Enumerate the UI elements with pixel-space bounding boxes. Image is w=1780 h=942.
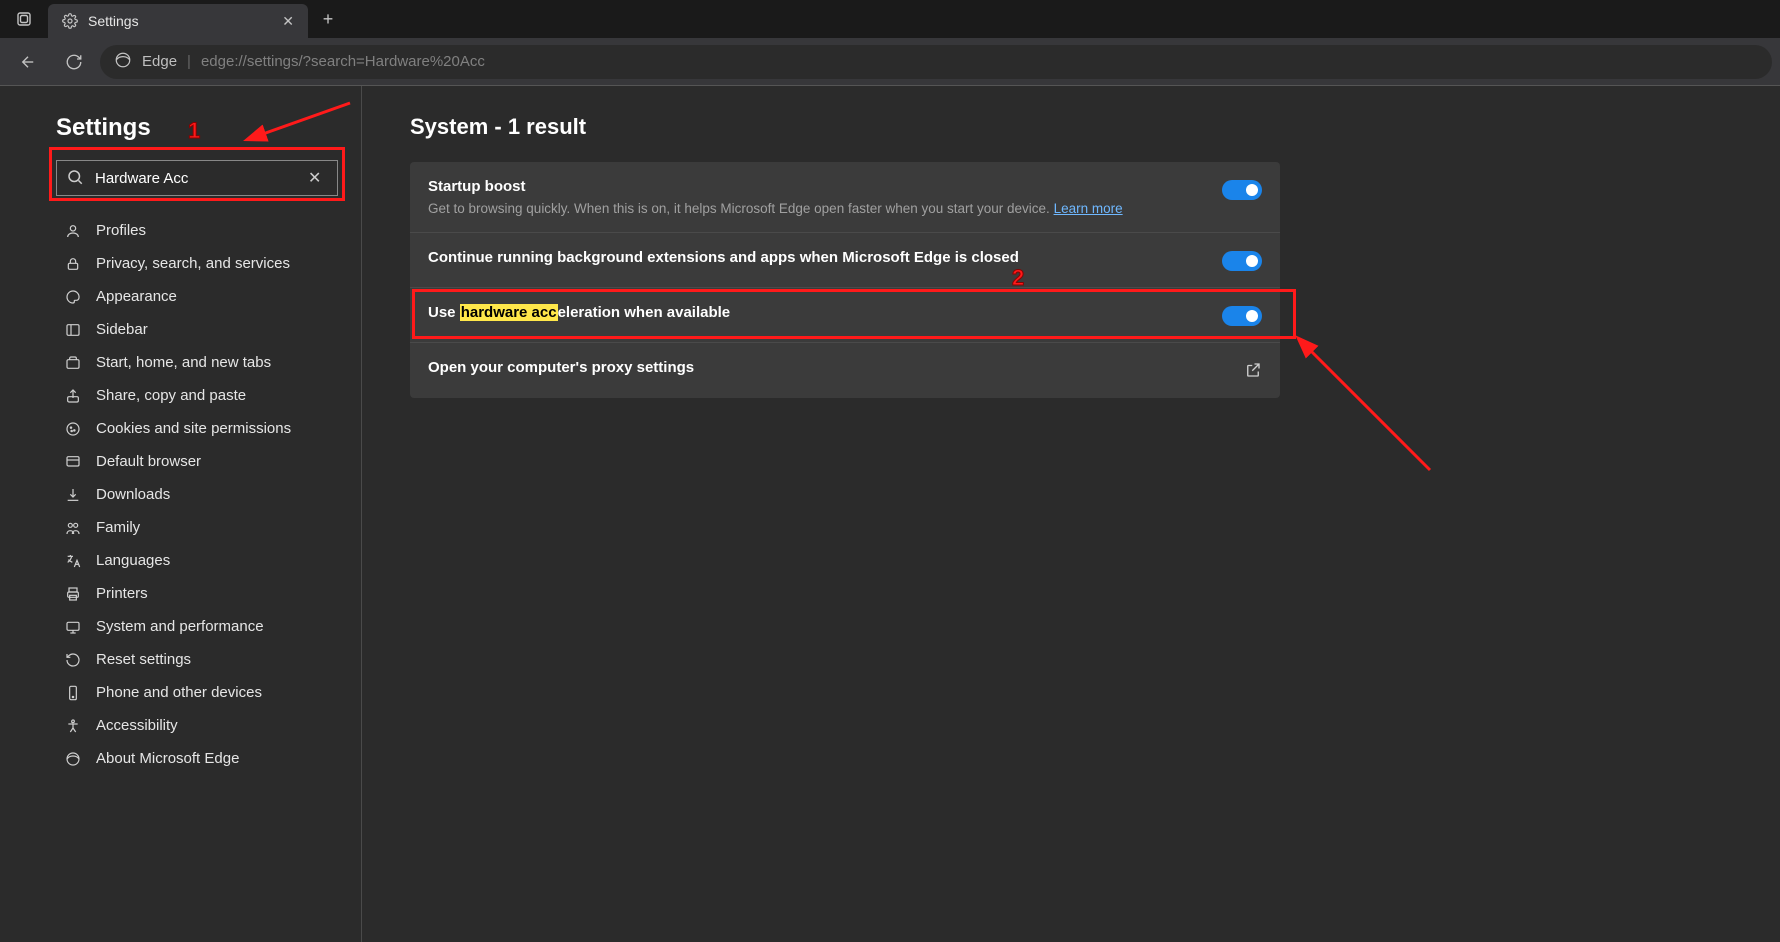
sidebar-item-label: Privacy, search, and services <box>96 255 290 272</box>
settings-search: ✕ <box>56 160 337 196</box>
sidebar-item-reset[interactable]: Reset settings <box>56 643 337 676</box>
sidebar-item-label: Accessibility <box>96 717 178 734</box>
sidebar-item-label: Family <box>96 519 140 536</box>
profile-icon <box>64 223 82 239</box>
sidebar-item-label: Start, home, and new tabs <box>96 354 271 371</box>
search-icon <box>66 168 84 189</box>
printer-icon <box>64 586 82 602</box>
sidebar-item-label: Printers <box>96 585 148 602</box>
sidebar-item-phone[interactable]: Phone and other devices <box>56 676 337 709</box>
new-tab-button[interactable]: + <box>308 0 348 38</box>
addr-browser-name: Edge <box>142 53 177 70</box>
share-icon <box>64 388 82 404</box>
sidebar-item-default[interactable]: Default browser <box>56 445 337 478</box>
phone-icon <box>64 685 82 701</box>
settings-sidebar: Settings ✕ Profiles Privacy, search, and … <box>0 86 362 942</box>
sidebar-item-label: Reset settings <box>96 651 191 668</box>
address-bar[interactable]: Edge | edge://settings/?search=Hardware%… <box>100 45 1772 79</box>
sidebar-item-label: Languages <box>96 552 170 569</box>
tabs-icon <box>64 355 82 371</box>
row-title: Open your computer's proxy settings <box>428 359 1228 376</box>
accessibility-icon <box>64 718 82 734</box>
reset-icon <box>64 652 82 668</box>
row-hardware-acceleration: Use hardware acceleration when available <box>410 287 1280 342</box>
toggle-startup-boost[interactable] <box>1222 180 1262 200</box>
sidebar-item-label: Appearance <box>96 288 177 305</box>
row-subtitle: Get to browsing quickly. When this is on… <box>428 201 1206 216</box>
clear-search-button[interactable]: ✕ <box>308 168 321 188</box>
system-card: Startup boost Get to browsing quickly. W… <box>410 162 1280 398</box>
learn-more-link[interactable]: Learn more <box>1054 201 1123 216</box>
edge-icon <box>64 751 82 767</box>
language-icon <box>64 553 82 569</box>
close-tab-button[interactable]: ✕ <box>282 13 294 30</box>
browser-tab[interactable]: Settings ✕ <box>48 4 308 38</box>
system-icon <box>64 619 82 635</box>
sidebar-item-profile[interactable]: Profiles <box>56 214 337 247</box>
external-link-icon <box>1244 361 1262 382</box>
default-icon <box>64 454 82 470</box>
settings-heading: Settings <box>56 114 337 142</box>
sidebar-item-download[interactable]: Downloads <box>56 478 337 511</box>
gear-icon <box>62 13 78 29</box>
addr-divider: | <box>187 53 191 70</box>
sidebar-item-label: System and performance <box>96 618 264 635</box>
tab-actions-button[interactable] <box>0 0 48 38</box>
sidebar-item-language[interactable]: Languages <box>56 544 337 577</box>
palette-icon <box>64 289 82 305</box>
row-background-apps: Continue running background extensions a… <box>410 232 1280 287</box>
sidebar-item-palette[interactable]: Appearance <box>56 280 337 313</box>
sidebar-item-sidebar[interactable]: Sidebar <box>56 313 337 346</box>
search-highlight: hardware acc <box>460 304 558 321</box>
toolbar: Edge | edge://settings/?search=Hardware%… <box>0 38 1780 86</box>
row-title: Continue running background extensions a… <box>428 249 1206 266</box>
sidebar-icon <box>64 322 82 338</box>
lock-icon <box>64 256 82 272</box>
sidebar-item-label: Share, copy and paste <box>96 387 246 404</box>
download-icon <box>64 487 82 503</box>
search-input[interactable] <box>56 160 338 196</box>
family-icon <box>64 520 82 536</box>
edge-icon <box>114 51 132 73</box>
settings-main: System - 1 result Startup boost Get to b… <box>362 86 1780 942</box>
tab-title: Settings <box>88 13 139 29</box>
addr-url: edge://settings/?search=Hardware%20Acc <box>201 53 485 70</box>
sidebar-item-printer[interactable]: Printers <box>56 577 337 610</box>
sidebar-item-label: Downloads <box>96 486 170 503</box>
row-title: Use hardware acceleration when available <box>428 304 1206 321</box>
cookie-icon <box>64 421 82 437</box>
sidebar-item-label: Phone and other devices <box>96 684 262 701</box>
sidebar-item-accessibility[interactable]: Accessibility <box>56 709 337 742</box>
results-heading: System - 1 result <box>410 114 1732 140</box>
back-button[interactable] <box>8 42 48 82</box>
sidebar-item-label: About Microsoft Edge <box>96 750 239 767</box>
sidebar-item-cookie[interactable]: Cookies and site permissions <box>56 412 337 445</box>
row-startup-boost: Startup boost Get to browsing quickly. W… <box>410 162 1280 232</box>
sidebar-item-family[interactable]: Family <box>56 511 337 544</box>
refresh-button[interactable] <box>54 42 94 82</box>
sidebar-item-label: Cookies and site permissions <box>96 420 291 437</box>
titlebar: Settings ✕ + <box>0 0 1780 38</box>
sidebar-item-edge[interactable]: About Microsoft Edge <box>56 742 337 775</box>
toggle-background-apps[interactable] <box>1222 251 1262 271</box>
sidebar-item-label: Profiles <box>96 222 146 239</box>
sidebar-item-label: Default browser <box>96 453 201 470</box>
toggle-hardware-acceleration[interactable] <box>1222 306 1262 326</box>
row-title: Startup boost <box>428 178 1206 195</box>
sidebar-item-lock[interactable]: Privacy, search, and services <box>56 247 337 280</box>
sidebar-item-label: Sidebar <box>96 321 148 338</box>
sidebar-item-system[interactable]: System and performance <box>56 610 337 643</box>
row-proxy-settings[interactable]: Open your computer's proxy settings <box>410 342 1280 398</box>
sidebar-item-share[interactable]: Share, copy and paste <box>56 379 337 412</box>
sidebar-item-tabs[interactable]: Start, home, and new tabs <box>56 346 337 379</box>
